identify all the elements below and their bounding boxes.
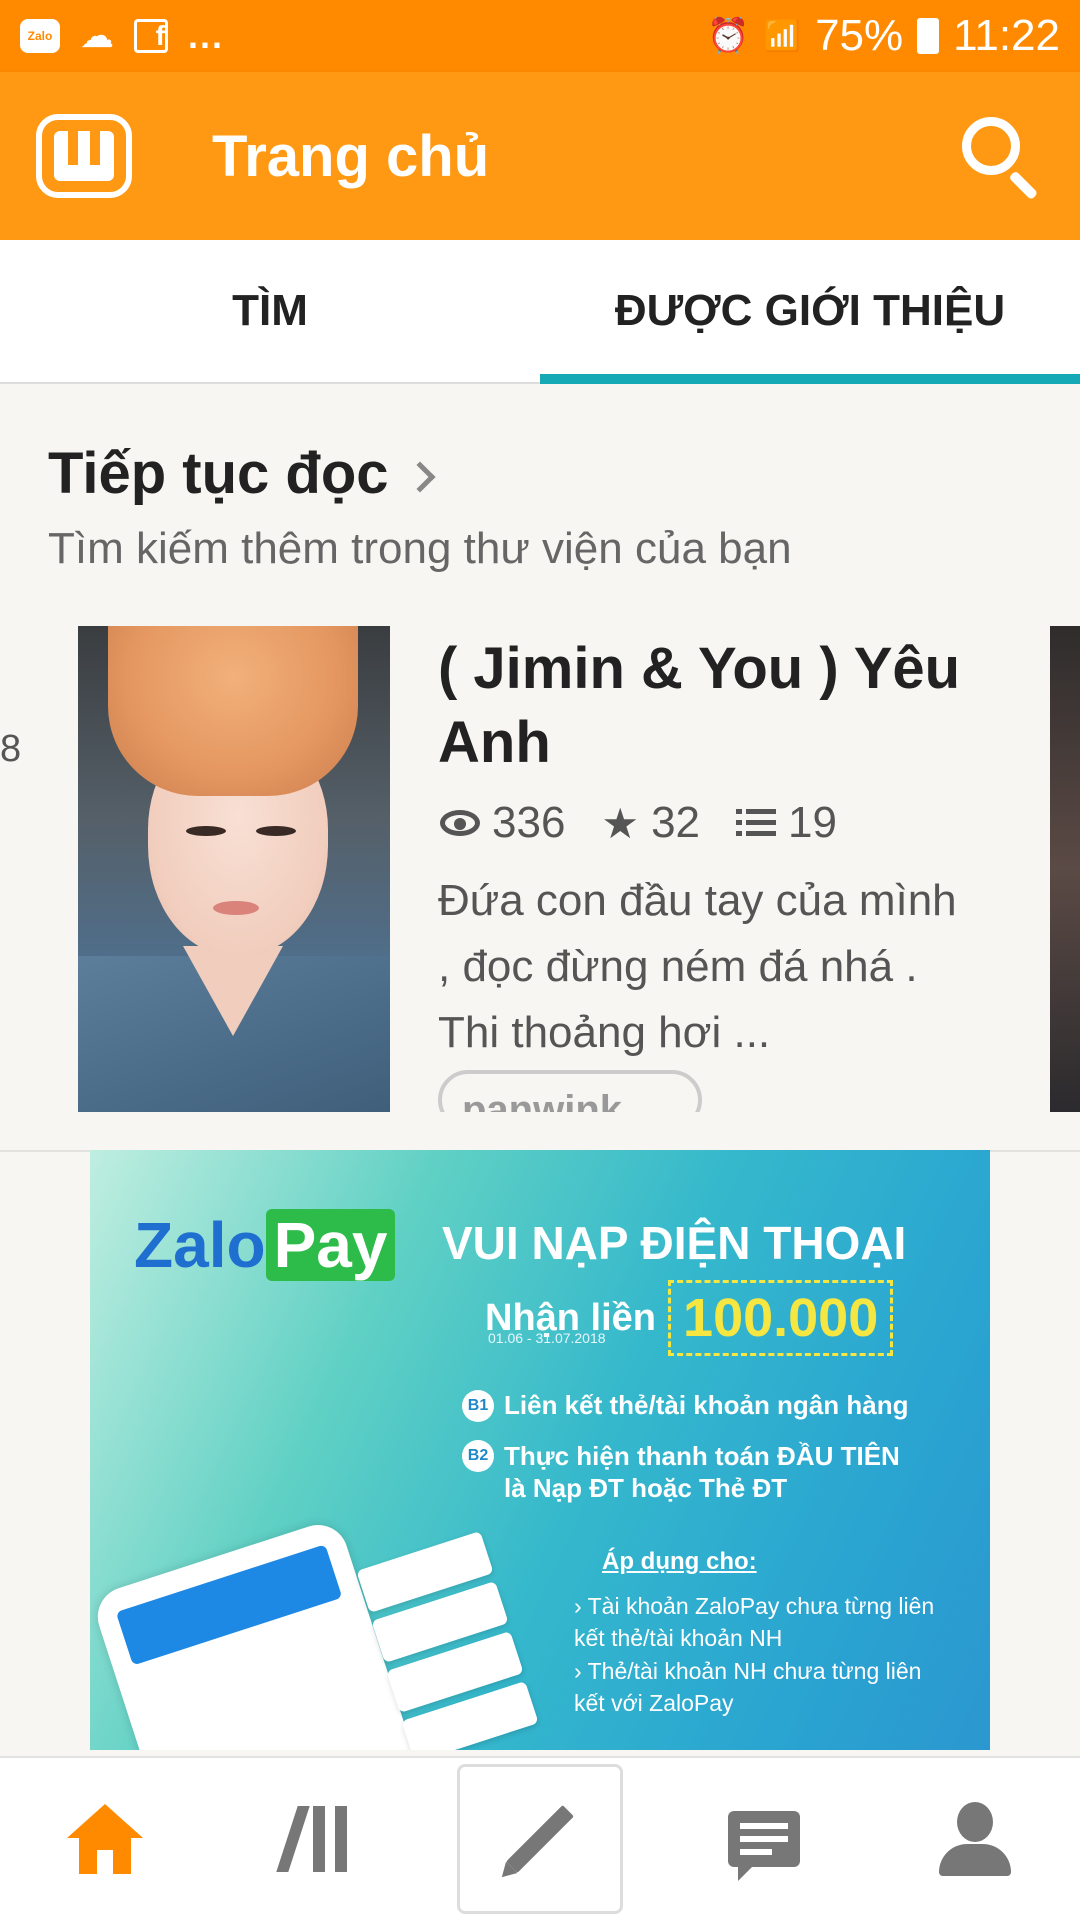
app-header: Trang chủ: [0, 72, 1080, 240]
ad-amount: 100.000: [668, 1280, 894, 1356]
next-story-cover-edge[interactable]: [1050, 626, 1080, 1112]
tab-featured[interactable]: ĐƯỢC GIỚI THIỆU: [540, 240, 1080, 384]
more-notifications-indicator: ...: [188, 15, 225, 56]
zalopay-ad-banner[interactable]: Zalo Pay VUI NẠP ĐIỆN THOẠI Nhận liền 100…: [90, 1150, 990, 1750]
profile-icon: [938, 1802, 1011, 1876]
list-icon: [736, 807, 777, 839]
nav-write[interactable]: [456, 1764, 623, 1914]
nav-profile[interactable]: [905, 1769, 1045, 1909]
tab-bar: TÌM ĐƯỢC GIỚI THIỆU: [0, 240, 1080, 384]
story-views: 336: [492, 798, 566, 847]
message-icon: [727, 1811, 800, 1881]
pencil-icon: [506, 1805, 574, 1873]
story-cover-image[interactable]: [78, 626, 390, 1112]
home-icon: [67, 1804, 144, 1874]
weather-icon: ☁: [80, 17, 114, 55]
step-2-badge: B2: [462, 1440, 494, 1472]
star-icon: ★: [601, 799, 640, 847]
eye-icon: [440, 810, 480, 836]
alarm-icon: ⏰: [707, 17, 750, 55]
continue-reading-header[interactable]: Tiếp tục đọc: [48, 440, 436, 507]
nav-library[interactable]: [246, 1769, 386, 1909]
search-icon[interactable]: [954, 111, 1044, 201]
ad-bullet-2: › Thẻ/tài khoản NH chưa từng liên kết vớ…: [574, 1658, 922, 1716]
nav-messages[interactable]: [694, 1769, 834, 1909]
ad-date: 01.06 - 31.07.2018: [488, 1330, 606, 1346]
ad-headline: VUI NẠP ĐIỆN THOẠI: [442, 1217, 907, 1269]
bottom-navigation: [0, 1756, 1080, 1920]
facebook-notification-icon: f: [134, 19, 168, 53]
ad-step-1: Liên kết thẻ/tài khoản ngân hàng: [504, 1390, 909, 1420]
status-bar: Zalo ☁ f ... ⏰ 📶 75% 11:22: [0, 0, 1080, 72]
section-subtitle: Tìm kiếm thêm trong thư viện của bạn: [48, 524, 792, 573]
zalo-notification-icon: Zalo: [20, 19, 60, 53]
story-description: Đứa con đầu tay của mình , đọc đừng ném …: [438, 876, 957, 1057]
step-1-badge: B1: [462, 1390, 494, 1422]
ad-step-2: Thực hiện thanh toán ĐẦU TIÊN là Nạp ĐT …: [504, 1441, 900, 1503]
nav-home[interactable]: [35, 1769, 175, 1909]
wattpad-logo-icon[interactable]: [36, 114, 132, 198]
tab-search[interactable]: TÌM: [0, 240, 540, 382]
library-icon: [276, 1806, 351, 1872]
ad-bullet-1: › Tài khoản ZaloPay chưa từng liên kết t…: [574, 1593, 935, 1651]
clock: 11:22: [953, 11, 1060, 60]
story-title[interactable]: ( Jimin & You ) Yêu Anh: [438, 632, 998, 780]
battery-icon: [917, 18, 940, 54]
zalopay-logo: Zalo Pay: [134, 1208, 396, 1282]
previous-card-edge[interactable]: 8: [0, 728, 21, 771]
chevron-right-icon: [403, 460, 436, 493]
story-votes: 32: [651, 798, 701, 847]
page-title: Trang chủ: [212, 123, 490, 189]
story-parts: 19: [788, 798, 837, 847]
section-title: Tiếp tục đọc: [48, 441, 389, 506]
story-stats: 336 ★ 32 19: [440, 798, 837, 848]
ad-apply-label: Áp dụng cho:: [602, 1548, 757, 1575]
battery-percent: 75%: [815, 11, 904, 60]
wifi-icon: 📶: [763, 19, 802, 53]
